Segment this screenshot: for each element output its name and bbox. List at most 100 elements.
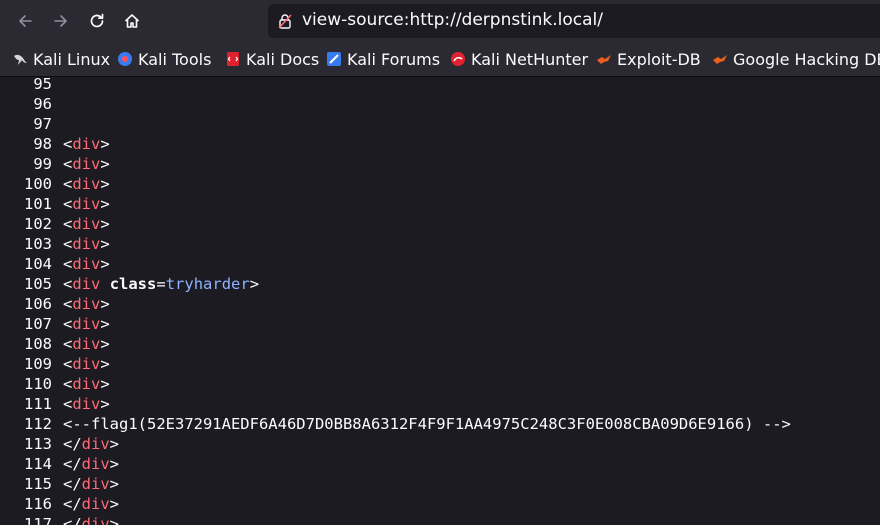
tag-name: div	[72, 255, 101, 273]
tag-bracket: <	[63, 395, 73, 413]
line-code: <div>	[63, 294, 110, 314]
bookmark-kali-tools[interactable]: Kali Tools	[117, 48, 211, 70]
line-number: 108	[24, 335, 52, 353]
url-bar[interactable]: view-source:http://derpnstink.local/	[268, 4, 880, 38]
tag-name: div	[81, 515, 110, 525]
tag-bracket: <	[63, 315, 73, 333]
tag-bracket: <	[63, 175, 73, 193]
reload-button[interactable]	[82, 6, 112, 36]
forward-arrow-icon	[54, 15, 67, 27]
bookmark-kali-docs[interactable]: Kali Docs	[225, 48, 319, 70]
tag-name: div	[81, 495, 110, 513]
line-number: 111	[24, 395, 52, 413]
bookmark-kali-nethunter[interactable]: Kali NetHunter	[450, 48, 588, 70]
line-number: 107	[24, 315, 52, 333]
line-code: <div>	[63, 194, 110, 214]
line-code: <--flag1(52E37291AEDF6A46D7D0BB8A6312F4F…	[63, 414, 791, 434]
line-code: </div>	[63, 494, 119, 514]
line-number: 96	[33, 95, 52, 113]
tag-bracket: >	[100, 295, 110, 313]
tag-bracket: >	[249, 275, 260, 293]
kali-docs-icon	[227, 52, 239, 66]
tag-bracket: <	[63, 195, 73, 213]
bookmark-label: Kali Docs	[246, 49, 320, 69]
flag-comment: <--flag1(52E37291AEDF6A46D7D0BB8A6312F4F…	[63, 415, 791, 433]
back-arrow-icon	[19, 15, 32, 27]
bookmark-label: Kali Linux	[33, 49, 111, 69]
tag-name: div	[72, 395, 101, 413]
tag-name: div	[72, 275, 101, 293]
tag-bracket: </	[63, 495, 82, 513]
bookmark-label: Exploit-DB	[617, 49, 701, 69]
tag-bracket: >	[100, 215, 110, 233]
bookmarks-toolbar: Kali Linux Kali Tools Kali Docs Kali For…	[0, 42, 880, 77]
line-number: 106	[24, 295, 52, 313]
url-text[interactable]: view-source:http://derpnstink.local/	[302, 10, 603, 30]
line-number: 110	[24, 375, 52, 393]
line-code: <div>	[63, 174, 110, 194]
line-number: 112	[24, 415, 52, 433]
line-number: 101	[24, 195, 52, 213]
back-button[interactable]	[10, 6, 40, 36]
line-code: <div>	[63, 354, 110, 374]
tag-name: div	[72, 215, 101, 233]
bookmark-kali-forums[interactable]: Kali Forums	[326, 48, 440, 70]
line-code: <div>	[63, 394, 110, 414]
tag-name: div	[72, 175, 101, 193]
line-number: 114	[24, 455, 52, 473]
tag-bracket: <	[63, 235, 73, 253]
line-code: <div class=tryharder>	[63, 274, 259, 294]
line-code: <div>	[63, 154, 110, 174]
tag-bracket: </	[63, 435, 82, 453]
tag-bracket: <	[63, 135, 73, 153]
tag-bracket: >	[109, 515, 120, 525]
line-code: </div>	[63, 454, 119, 474]
line-number: 104	[24, 255, 52, 273]
tag-bracket: >	[100, 395, 110, 413]
line-code: <div>	[63, 134, 110, 154]
tag-name: div	[72, 155, 101, 173]
line-code: <div>	[63, 254, 110, 274]
line-code: <div>	[63, 214, 110, 234]
tag-name: div	[72, 235, 101, 253]
kali-dragon-icon	[14, 54, 27, 65]
tag-bracket: <	[63, 255, 73, 273]
tag-name: div	[72, 135, 101, 153]
exploit-db-icon	[597, 55, 611, 64]
line-code: <div>	[63, 374, 110, 394]
tag-name: div	[81, 455, 110, 473]
line-number: 116	[24, 495, 52, 513]
tag-bracket: >	[100, 155, 110, 173]
insecure-lock-icon	[278, 14, 292, 29]
home-button[interactable]	[117, 6, 147, 36]
tag-name: div	[72, 355, 101, 373]
tag-bracket: >	[100, 335, 110, 353]
tag-name: div	[81, 475, 110, 493]
tag-bracket: >	[109, 475, 120, 493]
line-code: <div>	[63, 234, 110, 254]
bookmark-exploit-db[interactable]: Exploit-DB	[596, 48, 701, 70]
line-number: 105	[24, 275, 52, 293]
forward-button[interactable]	[46, 6, 76, 36]
tag-name: div	[72, 295, 101, 313]
home-icon	[124, 14, 140, 28]
line-code: </div>	[63, 474, 119, 494]
bookmark-google-hacking-db[interactable]: Google Hacking DB	[712, 48, 880, 70]
line-code: </div>	[63, 434, 119, 454]
tag-bracket: <	[63, 215, 73, 233]
attribute-name: class	[109, 275, 157, 293]
tag-bracket: </	[63, 515, 82, 525]
line-number: 99	[33, 155, 52, 173]
line-number: 97	[33, 115, 52, 133]
line-code: <div>	[63, 334, 110, 354]
tag-name: div	[81, 435, 110, 453]
line-number: 98	[33, 135, 52, 153]
tag-bracket: <	[63, 375, 73, 393]
ghdb-icon	[713, 55, 727, 64]
tag-bracket: >	[100, 255, 110, 273]
tag-bracket: </	[63, 475, 82, 493]
line-code: </div>	[63, 514, 119, 525]
bookmark-kali-linux[interactable]: Kali Linux	[12, 48, 110, 70]
reload-icon	[90, 13, 104, 28]
